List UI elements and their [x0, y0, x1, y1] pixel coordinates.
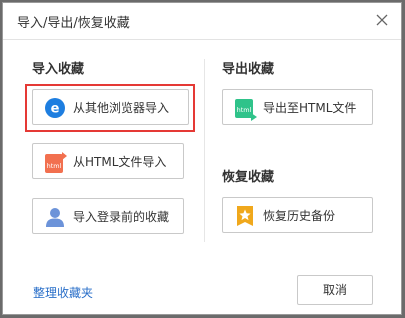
html-import-icon: html: [44, 151, 67, 173]
organize-favorites-link[interactable]: 整理收藏夹: [33, 284, 93, 301]
html-export-icon: html: [234, 97, 257, 121]
html-badge-export: html: [237, 106, 252, 114]
import-from-html-button[interactable]: html 从HTML文件导入: [32, 143, 184, 179]
cancel-button[interactable]: 取消: [297, 275, 373, 305]
user-icon: [44, 206, 66, 228]
highlight-box: [25, 84, 195, 132]
import-from-login-label: 导入登录前的收藏: [73, 210, 170, 224]
restore-history-backup-label: 恢复历史备份: [263, 209, 336, 223]
import-from-login-button[interactable]: 导入登录前的收藏: [32, 198, 184, 234]
html-badge-import: html: [47, 162, 62, 170]
close-button[interactable]: [373, 11, 391, 29]
backup-star-icon: [234, 205, 256, 227]
import-from-html-label: 从HTML文件导入: [73, 155, 167, 169]
title-bar: 导入/导出/恢复收藏: [3, 3, 401, 39]
restore-history-backup-button[interactable]: 恢复历史备份: [222, 197, 373, 233]
close-icon: [376, 14, 388, 26]
favorites-dialog: 导入/导出/恢复收藏 导入收藏 e 从其他浏览器导入 html 从HTML文件导…: [2, 2, 402, 315]
restore-section-title: 恢复收藏: [222, 170, 275, 185]
export-to-html-button[interactable]: html 导出至HTML文件: [222, 89, 373, 125]
import-section-title: 导入收藏: [32, 62, 85, 77]
dialog-title: 导入/导出/恢复收藏: [17, 16, 130, 31]
column-divider: [204, 59, 205, 242]
export-section-title: 导出收藏: [222, 62, 275, 77]
title-divider: [3, 39, 401, 40]
export-to-html-label: 导出至HTML文件: [263, 101, 357, 115]
